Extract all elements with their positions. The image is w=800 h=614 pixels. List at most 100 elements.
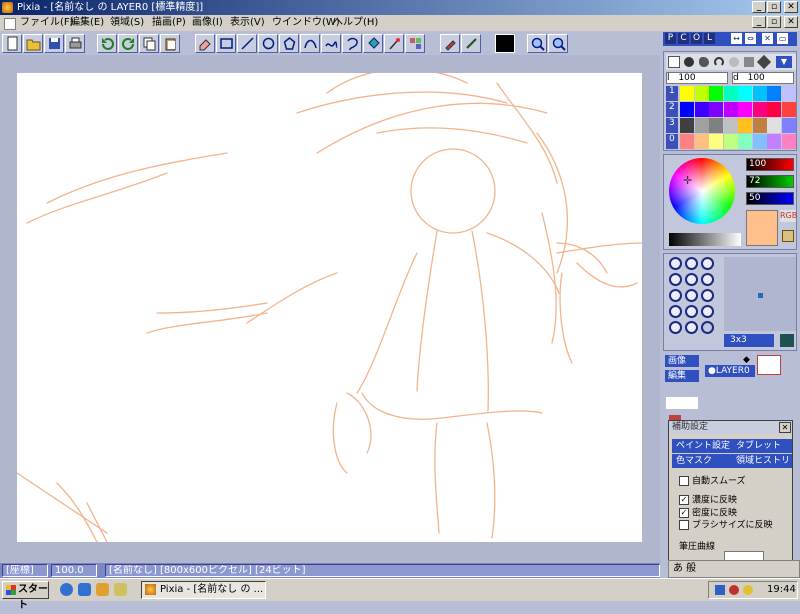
palette-swatch[interactable] [752,102,767,117]
palette-swatch[interactable] [694,134,709,149]
color-wheel[interactable]: ✛ [669,158,735,224]
eraser-tool-icon[interactable] [195,34,215,53]
option-auto-smooth[interactable]: 自動スムーズ [679,476,746,488]
palette-swatch[interactable] [680,86,694,101]
palette-swatch[interactable] [709,118,723,133]
palette-swatch[interactable] [723,86,738,101]
print-icon[interactable] [65,34,85,53]
menu-file[interactable]: ファイル(F) [20,16,74,30]
zoom-in-icon[interactable] [527,34,547,53]
palette-row-3[interactable]: 3 [666,118,678,133]
restore-button[interactable]: ▫ [767,1,781,13]
palette-swatch[interactable] [738,86,752,101]
brush-shape-icon[interactable] [701,305,714,318]
panel-close-icon[interactable]: ✕ [762,33,773,44]
brush-shape-icon[interactable] [685,289,698,302]
palette-swatch[interactable] [767,118,781,133]
doc-minimize-button[interactable]: _ [752,16,766,28]
palette-swatch[interactable] [767,134,781,149]
panel-tab-o[interactable]: O [691,33,702,44]
pen-brush-icon[interactable] [699,57,709,67]
brush-size-field[interactable]: l 100 [666,72,728,84]
soft-brush-icon[interactable] [729,57,739,67]
menu-help[interactable]: ヘルプ(H) [333,16,378,30]
zoom-out-icon[interactable] [548,34,568,53]
palette-swatch[interactable] [738,118,752,133]
taskbar-pixia-item[interactable]: Pixia - [名前なし の ... [141,581,266,599]
concentration-checkbox[interactable]: ✓ [679,508,689,518]
brush-shape-icon[interactable] [669,273,682,286]
quicklaunch-icon[interactable] [96,583,109,596]
paste-icon[interactable] [160,34,180,53]
brush-shape-icon[interactable] [701,273,714,286]
palette-swatch[interactable] [694,118,709,133]
palette-swatch[interactable] [680,118,694,133]
layer-image-tab[interactable]: 画像 [665,355,699,367]
layer-thumbnail[interactable] [757,355,781,375]
brush-size-checkbox[interactable] [679,520,689,530]
palette-swatch[interactable] [694,86,709,101]
tray-volume-icon[interactable] [729,585,739,595]
palette-swatch[interactable] [694,102,709,117]
auto-smooth-checkbox[interactable] [679,476,689,486]
document-icon[interactable] [4,18,16,30]
palette-swatch[interactable] [781,134,796,149]
brush-shape-icon[interactable] [701,289,714,302]
grayscale-bar[interactable] [669,233,741,246]
close-button[interactable]: ✕ [784,1,798,13]
brush-shape-icon[interactable] [701,321,714,334]
undo-icon[interactable] [97,34,117,53]
line-tool-icon[interactable] [237,34,257,53]
palette-swatch[interactable] [738,102,752,117]
menu-view[interactable]: 表示(V) [230,16,265,30]
option-density[interactable]: ✓ 濃度に反映 [679,495,737,507]
ime-bar[interactable]: あ 般 [668,560,800,578]
brush-shape-icon[interactable] [669,257,682,270]
color-swatch-grid[interactable] [680,86,796,150]
tab-color-mask[interactable]: 色マスク [672,454,732,468]
palette-swatch[interactable] [752,134,767,149]
polygon-tool-icon[interactable] [279,34,299,53]
layer-visible-icon[interactable]: ● [708,366,716,376]
palette-swatch[interactable] [709,86,723,101]
fill-tool-icon[interactable] [363,34,383,53]
start-button[interactable]: スタート [2,581,49,611]
pattern-tool-icon[interactable] [405,34,425,53]
palette-swatch[interactable] [752,118,767,133]
curve-brush-icon[interactable] [714,57,724,67]
brush-shape-icon[interactable] [669,289,682,302]
doc-close-button[interactable]: ✕ [784,16,798,28]
square-brush-icon[interactable] [744,57,754,67]
copy-icon[interactable] [139,34,159,53]
layer-arrows-icon[interactable]: ◆ [743,355,750,365]
tab-paint-settings[interactable]: ペイント設定 [672,439,732,453]
brush-shape-grid[interactable] [669,257,719,347]
ime-mode[interactable]: あ 般 [673,563,696,574]
palette-swatch[interactable] [752,86,767,101]
layer-edit-tab[interactable]: 編集 [665,370,699,382]
clock[interactable]: 19:44 [767,582,796,598]
save-icon[interactable] [44,34,64,53]
pencil-brush-icon[interactable] [668,56,680,68]
magic-wand-icon[interactable] [384,34,404,53]
tray-face-icon[interactable] [743,585,753,595]
palette-swatch[interactable] [709,134,723,149]
palette-swatch[interactable] [680,134,694,149]
brush-size-display[interactable]: 3x3 [724,334,774,347]
menu-edit[interactable]: 編集(E) [70,16,104,30]
diamond-brush-icon[interactable] [756,54,772,70]
open-folder-icon[interactable] [23,34,43,53]
curve-tool-icon[interactable] [300,34,320,53]
new-file-icon[interactable] [2,34,22,53]
tray-pen-icon[interactable] [715,585,725,595]
density-checkbox[interactable]: ✓ [679,495,689,505]
collapse-icon[interactable]: ⇔ [745,33,756,44]
red-slider[interactable]: 100 [746,158,794,171]
palette-swatch[interactable] [723,134,738,149]
menu-window[interactable]: ウインドウ(W) [272,16,340,30]
foreground-color-swatch[interactable] [495,34,515,53]
tab-tablet[interactable]: タブレット [732,439,792,453]
channel-icon[interactable] [114,583,127,596]
ellipse-tool-icon[interactable] [258,34,278,53]
palette-swatch[interactable] [723,118,738,133]
